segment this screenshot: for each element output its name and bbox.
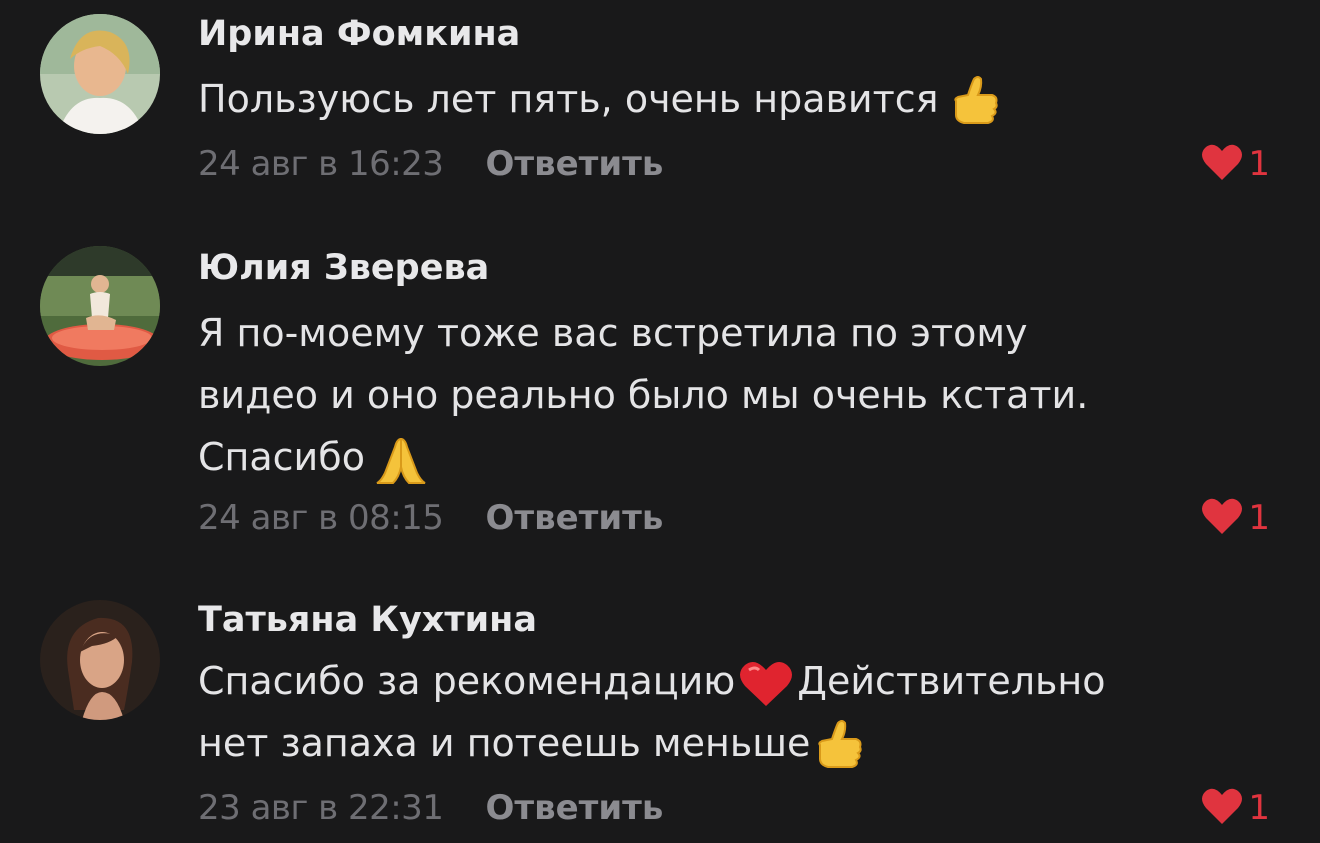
like-button[interactable]: 1 <box>1200 142 1270 186</box>
like-count: 1 <box>1248 498 1270 538</box>
comment-text-line: Пользуюсь лет пять, очень нравится <box>198 77 939 121</box>
like-button[interactable]: 1 <box>1200 786 1270 830</box>
heart-icon <box>1200 496 1244 540</box>
reply-button[interactable]: Ответить <box>485 788 663 828</box>
comment-date: 24 авг в 16:23 <box>198 144 444 184</box>
like-count: 1 <box>1248 788 1270 828</box>
comment-author[interactable]: Татьяна Кухтина <box>198 600 537 640</box>
comment-text-line: нет запаха и потеешь меньше <box>198 721 811 765</box>
reply-button[interactable]: Ответить <box>485 498 663 538</box>
thumbs-up-icon <box>812 719 864 773</box>
like-count: 1 <box>1248 144 1270 184</box>
folded-hands-icon <box>375 433 427 487</box>
heart-icon <box>1200 786 1244 830</box>
like-button[interactable]: 1 <box>1200 496 1270 540</box>
reply-button[interactable]: Ответить <box>485 144 663 184</box>
comment-text: Спасибо за рекомендацию Действительно не… <box>198 650 1258 774</box>
comment-meta: 24 авг в 08:15 Ответить <box>198 496 663 540</box>
comment-author[interactable]: Юлия Зверева <box>198 248 489 288</box>
comment-meta: 23 авг в 22:31 Ответить <box>198 786 663 830</box>
comment-item: Ирина Фомкина Пользуюсь лет пять, очень … <box>0 0 1320 200</box>
comment-text: Пользуюсь лет пять, очень нравится <box>198 68 1258 130</box>
red-heart-icon <box>739 660 793 708</box>
comment-text-line: Спасибо за рекомендацию <box>198 659 736 703</box>
comment-text-line: Действительно <box>797 659 1106 703</box>
comment-item: Татьяна Кухтина Спасибо за рекомендацию … <box>0 590 1320 843</box>
comment-item: Юлия Зверева Я по-моему тоже вас встрети… <box>0 240 1320 560</box>
avatar[interactable] <box>40 246 160 366</box>
comment-meta: 24 авг в 16:23 Ответить <box>198 142 663 186</box>
thumbs-up-icon <box>948 75 1000 129</box>
comment-text-line: Я по-моему тоже вас встретила по этому <box>198 311 1028 355</box>
comment-text-line: Спасибо <box>198 435 365 479</box>
comment-author[interactable]: Ирина Фомкина <box>198 14 520 54</box>
comment-date: 24 авг в 08:15 <box>198 498 444 538</box>
comment-text: Я по-моему тоже вас встретила по этому в… <box>198 302 1258 488</box>
heart-icon <box>1200 142 1244 186</box>
comment-date: 23 авг в 22:31 <box>198 788 444 828</box>
avatar[interactable] <box>40 600 160 720</box>
comment-text-line: видео и оно реально было мы очень кстати… <box>198 373 1089 417</box>
avatar[interactable] <box>40 14 160 134</box>
